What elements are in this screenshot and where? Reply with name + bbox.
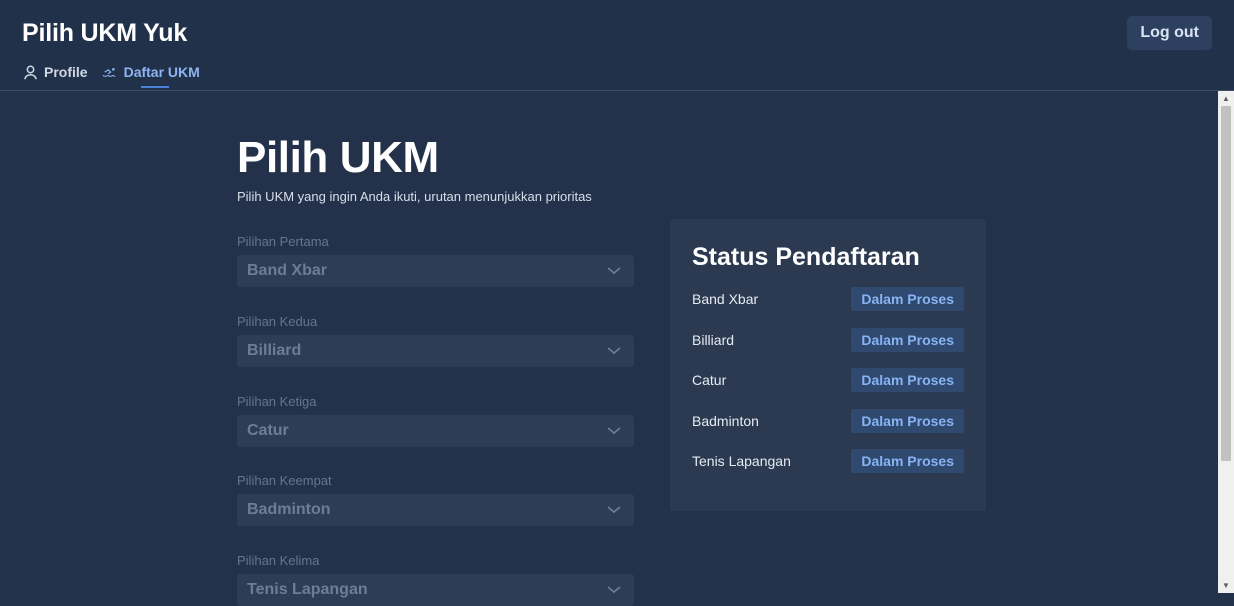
choice-label-4: Pilihan Keempat [237, 473, 332, 488]
vertical-scrollbar[interactable]: ▲ ▼ [1218, 91, 1234, 593]
choice-value-1: Band Xbar [247, 262, 328, 279]
page-title: Pilih UKM [237, 133, 439, 182]
logout-button[interactable]: Log out [1127, 16, 1212, 50]
choice-label-5: Pilihan Kelima [237, 553, 320, 568]
chevron-down-icon [606, 582, 622, 598]
choice-select-1[interactable]: Band Xbar [237, 255, 634, 287]
choice-value-4: Badminton [247, 501, 331, 518]
choice-field-5: Pilihan Kelima Tenis Lapangan [237, 553, 634, 606]
status-badge: Dalam Proses [851, 328, 964, 352]
choice-value-5: Tenis Lapangan [247, 581, 368, 598]
choice-value-2: Billiard [247, 342, 302, 359]
chevron-down-icon [606, 263, 622, 279]
swimmer-icon [102, 64, 118, 80]
choice-value-3: Catur [247, 422, 289, 439]
status-row: Band Xbar Dalam Proses [692, 287, 964, 311]
status-name: Billiard [692, 332, 735, 348]
status-name: Catur [692, 372, 727, 388]
main-nav: Profile Daftar UKM [22, 64, 214, 88]
choice-select-2[interactable]: Billiard [237, 335, 634, 367]
choice-field-3: Pilihan Ketiga Catur [237, 394, 634, 447]
top-bar: Pilih UKM Yuk Log out Profile Daftar UKM [0, 0, 1234, 91]
app-title: Pilih UKM Yuk [22, 19, 188, 47]
chevron-down-icon [606, 423, 622, 439]
page-subtitle: Pilih UKM yang ingin Anda ikuti, urutan … [237, 189, 592, 204]
choice-label-2: Pilihan Kedua [237, 314, 318, 329]
scroll-up-arrow-icon[interactable]: ▲ [1222, 95, 1230, 103]
choice-select-5[interactable]: Tenis Lapangan [237, 574, 634, 606]
ukm-selection-section: Pilih UKM Pilih UKM yang ingin Anda ikut… [237, 130, 637, 606]
status-row: Tenis Lapangan Dalam Proses [692, 449, 964, 473]
choice-field-2: Pilihan Kedua Billiard [237, 314, 634, 367]
nav-profile[interactable]: Profile [22, 64, 88, 80]
choice-label-3: Pilihan Ketiga [237, 394, 317, 409]
status-badge: Dalam Proses [851, 368, 964, 392]
choice-field-4: Pilihan Keempat Badminton [237, 473, 634, 526]
nav-profile-label: Profile [44, 64, 88, 80]
status-row: Catur Dalam Proses [692, 368, 964, 392]
status-name: Badminton [692, 413, 759, 429]
user-icon [22, 64, 38, 80]
choice-select-3[interactable]: Catur [237, 415, 634, 447]
status-badge: Dalam Proses [851, 287, 964, 311]
registration-status-card: Status Pendaftaran Band Xbar Dalam Prose… [670, 219, 986, 511]
scroll-down-arrow-icon[interactable]: ▼ [1222, 582, 1230, 590]
chevron-down-icon [606, 343, 622, 359]
nav-daftar-ukm-label: Daftar UKM [123, 64, 200, 80]
choice-select-4[interactable]: Badminton [237, 494, 634, 526]
status-row: Billiard Dalam Proses [692, 328, 964, 352]
status-badge: Dalam Proses [851, 449, 964, 473]
status-name: Tenis Lapangan [692, 453, 791, 469]
status-title: Status Pendaftaran [692, 243, 920, 271]
chevron-down-icon [606, 502, 622, 518]
status-badge: Dalam Proses [851, 409, 964, 433]
status-name: Band Xbar [692, 291, 759, 307]
scrollbar-thumb[interactable] [1221, 106, 1231, 461]
status-row: Badminton Dalam Proses [692, 409, 964, 433]
choice-field-1: Pilihan Pertama Band Xbar [237, 234, 634, 287]
choice-label-1: Pilihan Pertama [237, 234, 329, 249]
nav-daftar-ukm[interactable]: Daftar UKM [102, 64, 200, 88]
